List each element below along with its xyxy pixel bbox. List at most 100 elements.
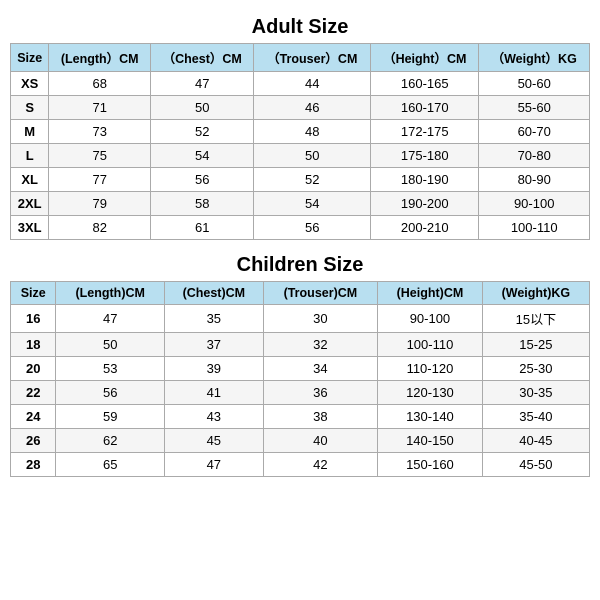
table-cell: 55-60 — [479, 96, 590, 120]
adult-table: Size(Length）CM（Chest）CM（Trouser）CM（Heigh… — [10, 43, 590, 240]
adult-col-header: （Trouser）CM — [254, 44, 371, 72]
table-cell: 22 — [11, 381, 56, 405]
adult-col-header: （Weight）KG — [479, 44, 590, 72]
table-cell: 54 — [151, 144, 254, 168]
table-cell: 47 — [56, 305, 165, 333]
table-cell: 46 — [254, 96, 371, 120]
table-cell: 35-40 — [482, 405, 589, 429]
adult-section: Adult Size Size(Length）CM（Chest）CM（Trous… — [10, 10, 590, 248]
table-cell: 43 — [164, 405, 263, 429]
table-cell: 59 — [56, 405, 165, 429]
table-cell: 42 — [263, 453, 377, 477]
adult-tbody: XS684744160-16550-60S715046160-17055-60M… — [11, 72, 590, 240]
table-cell: 110-120 — [378, 357, 483, 381]
table-cell: XS — [11, 72, 49, 96]
table-row: M735248172-17560-70 — [11, 120, 590, 144]
table-cell: 73 — [49, 120, 151, 144]
table-cell: 175-180 — [371, 144, 479, 168]
table-cell: 75 — [49, 144, 151, 168]
table-row: S715046160-17055-60 — [11, 96, 590, 120]
table-cell: 79 — [49, 192, 151, 216]
table-cell: 70-80 — [479, 144, 590, 168]
adult-thead: Size(Length）CM（Chest）CM（Trouser）CM（Heigh… — [11, 44, 590, 72]
table-cell: 56 — [151, 168, 254, 192]
table-row: 3XL826156200-210100-110 — [11, 216, 590, 240]
table-cell: 100-110 — [378, 333, 483, 357]
table-row: 28654742150-16045-50 — [11, 453, 590, 477]
table-cell: 16 — [11, 305, 56, 333]
table-cell: 53 — [56, 357, 165, 381]
children-col-header: (Height)CM — [378, 282, 483, 305]
table-cell: 82 — [49, 216, 151, 240]
table-cell: 30-35 — [482, 381, 589, 405]
table-cell: L — [11, 144, 49, 168]
table-cell: 58 — [151, 192, 254, 216]
table-cell: 90-100 — [378, 305, 483, 333]
table-cell: 68 — [49, 72, 151, 96]
table-cell: 120-130 — [378, 381, 483, 405]
table-cell: 20 — [11, 357, 56, 381]
table-cell: 45 — [164, 429, 263, 453]
table-cell: 40 — [263, 429, 377, 453]
table-cell: 160-165 — [371, 72, 479, 96]
children-section: Children Size Size(Length)CM(Chest)CM(Tr… — [10, 248, 590, 477]
adult-title: Adult Size — [10, 16, 590, 39]
table-cell: 47 — [164, 453, 263, 477]
table-cell: 18 — [11, 333, 56, 357]
table-cell: 80-90 — [479, 168, 590, 192]
table-cell: 32 — [263, 333, 377, 357]
table-cell: 90-100 — [479, 192, 590, 216]
table-cell: 50 — [151, 96, 254, 120]
table-cell: 39 — [164, 357, 263, 381]
children-col-header: (Weight)KG — [482, 282, 589, 305]
table-cell: 2XL — [11, 192, 49, 216]
children-table: Size(Length)CM(Chest)CM(Trouser)CM(Heigh… — [10, 281, 590, 477]
adult-col-header: (Length）CM — [49, 44, 151, 72]
table-row: 18503732100-11015-25 — [11, 333, 590, 357]
table-cell: 15以下 — [482, 305, 589, 333]
table-cell: 34 — [263, 357, 377, 381]
table-cell: 172-175 — [371, 120, 479, 144]
adult-col-header: Size — [11, 44, 49, 72]
children-col-header: (Trouser)CM — [263, 282, 377, 305]
table-cell: 50-60 — [479, 72, 590, 96]
table-cell: 190-200 — [371, 192, 479, 216]
table-cell: 35 — [164, 305, 263, 333]
table-cell: 44 — [254, 72, 371, 96]
table-cell: 52 — [151, 120, 254, 144]
table-cell: 30 — [263, 305, 377, 333]
table-cell: 56 — [56, 381, 165, 405]
table-cell: 200-210 — [371, 216, 479, 240]
table-cell: 36 — [263, 381, 377, 405]
table-cell: 50 — [254, 144, 371, 168]
table-cell: 130-140 — [378, 405, 483, 429]
table-cell: 37 — [164, 333, 263, 357]
table-cell: XL — [11, 168, 49, 192]
table-row: 1647353090-10015以下 — [11, 305, 590, 333]
table-cell: 28 — [11, 453, 56, 477]
table-cell: S — [11, 96, 49, 120]
table-cell: 15-25 — [482, 333, 589, 357]
table-cell: 100-110 — [479, 216, 590, 240]
table-cell: 52 — [254, 168, 371, 192]
children-title: Children Size — [10, 254, 590, 277]
table-cell: 65 — [56, 453, 165, 477]
table-cell: 50 — [56, 333, 165, 357]
adult-header-row: Size(Length）CM（Chest）CM（Trouser）CM（Heigh… — [11, 44, 590, 72]
table-cell: 38 — [263, 405, 377, 429]
table-row: L755450175-18070-80 — [11, 144, 590, 168]
table-cell: 71 — [49, 96, 151, 120]
table-cell: 62 — [56, 429, 165, 453]
children-col-header: (Chest)CM — [164, 282, 263, 305]
table-cell: M — [11, 120, 49, 144]
table-cell: 45-50 — [482, 453, 589, 477]
table-cell: 40-45 — [482, 429, 589, 453]
table-cell: 24 — [11, 405, 56, 429]
table-cell: 47 — [151, 72, 254, 96]
table-cell: 61 — [151, 216, 254, 240]
table-cell: 25-30 — [482, 357, 589, 381]
adult-col-header: （Chest）CM — [151, 44, 254, 72]
table-row: 22564136120-13030-35 — [11, 381, 590, 405]
table-cell: 150-160 — [378, 453, 483, 477]
table-row: 2XL795854190-20090-100 — [11, 192, 590, 216]
